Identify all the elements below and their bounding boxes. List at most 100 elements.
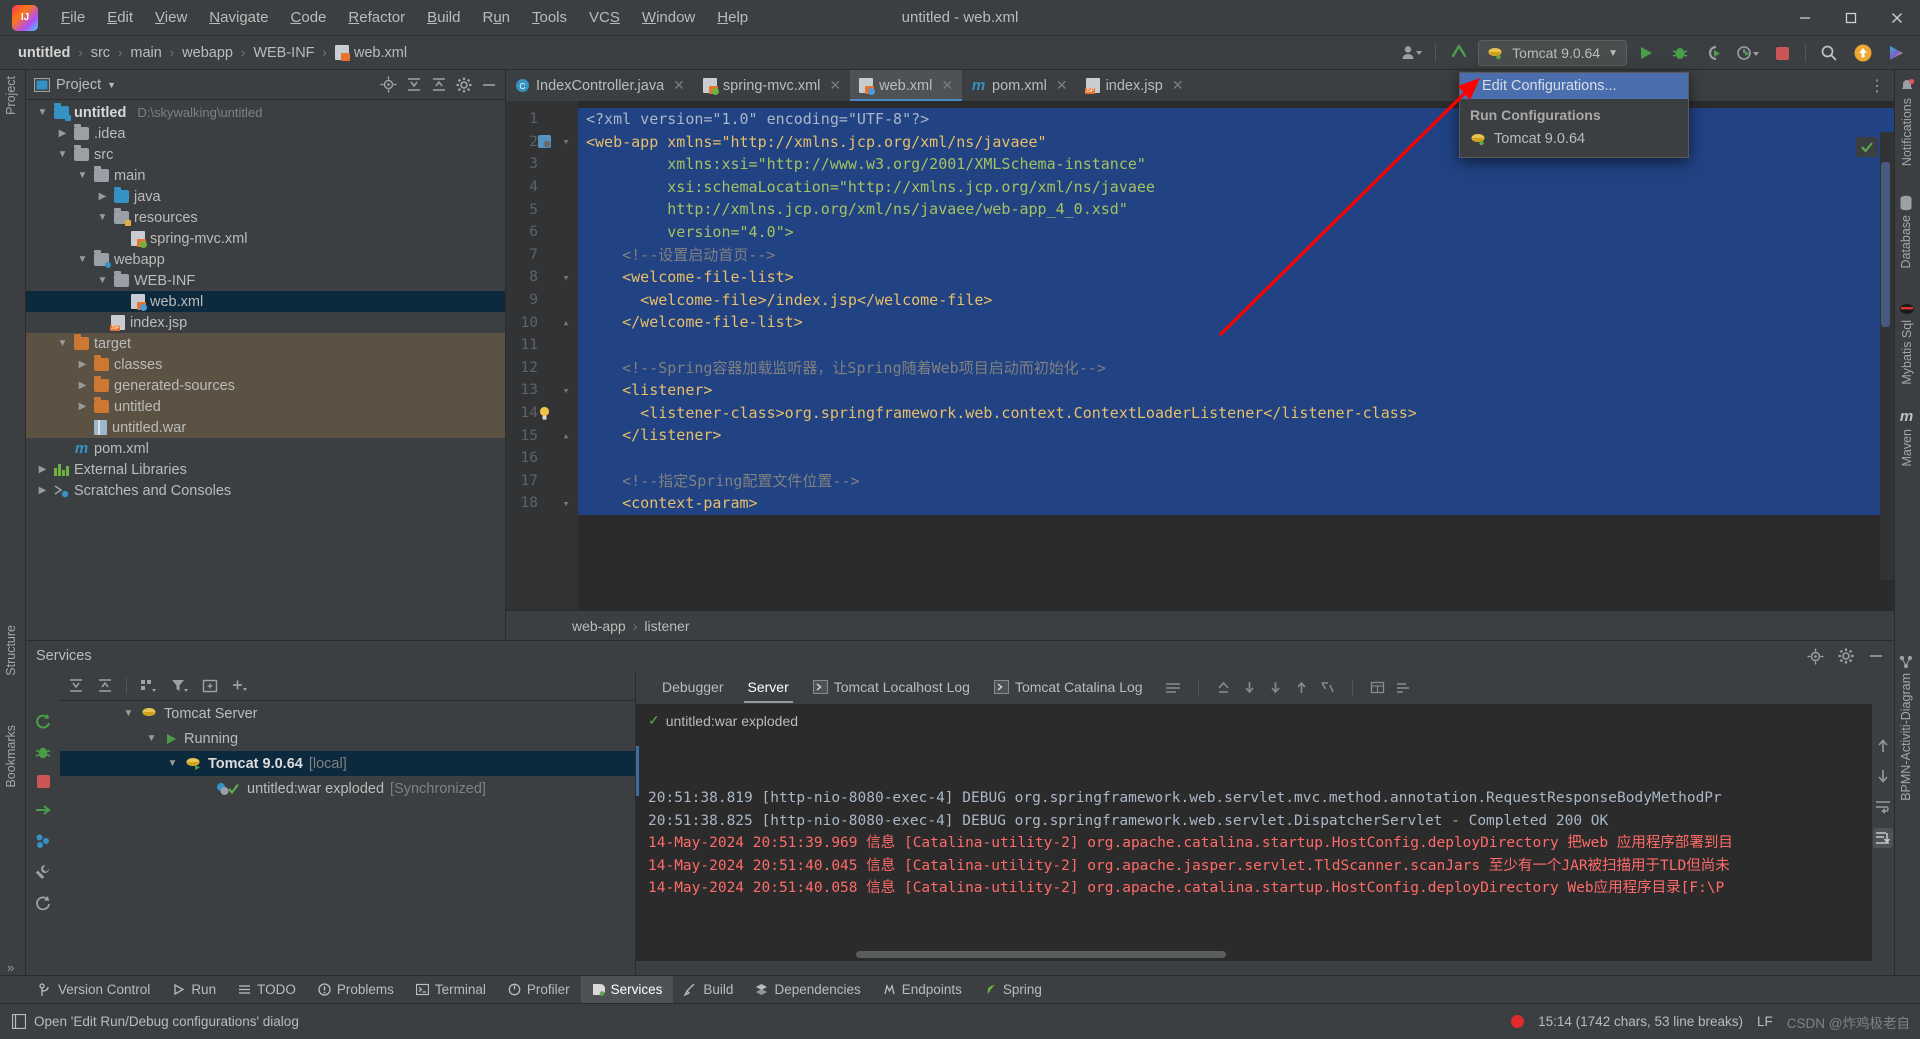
tool-window-button-project[interactable]: Project — [4, 76, 18, 115]
scroll-up-icon[interactable] — [1294, 680, 1309, 695]
editor-tab-index-jsp[interactable]: index.jsp ✕ — [1077, 70, 1193, 101]
close-icon[interactable]: ✕ — [1056, 77, 1068, 94]
tree-node-index-jsp[interactable]: index.jsp — [26, 312, 505, 333]
close-icon[interactable]: ✕ — [1172, 77, 1184, 94]
xml-descriptor-icon[interactable] — [538, 135, 558, 149]
tree-node-untitled-war[interactable]: untitled.war — [26, 417, 505, 438]
console-tab-server[interactable]: Server — [736, 672, 801, 703]
debug-icon[interactable] — [34, 744, 52, 762]
console-output[interactable]: ✓ untitled:war exploded 20:51:38.819 [ht… — [636, 704, 1872, 961]
menu-tools[interactable]: Tools — [521, 5, 578, 30]
tool-window-button-database[interactable]: Database — [1899, 195, 1913, 269]
tool-window-tab-problems[interactable]: Problems — [307, 976, 405, 1004]
locate-icon[interactable] — [1807, 648, 1824, 665]
tree-node-web-inf[interactable]: ▼ WEB-INF — [26, 270, 505, 291]
more-tool-windows-icon[interactable]: » — [7, 960, 14, 975]
scroll-to-top-icon[interactable] — [1216, 680, 1231, 695]
expand-all-icon[interactable] — [68, 678, 84, 694]
tree-node-web-xml[interactable]: web.xml — [26, 291, 505, 312]
tree-node-idea[interactable]: ▶ .idea — [26, 123, 505, 144]
tool-window-tab-todo[interactable]: TODO — [227, 976, 307, 1004]
editor-tab-spring-mvc-xml[interactable]: spring-mvc.xml ✕ — [694, 70, 850, 101]
inspection-ok-icon[interactable] — [1856, 137, 1878, 157]
editor-tab-options[interactable]: ⋮ — [1869, 70, 1894, 101]
services-node-tomcat-instance[interactable]: ▼ Tomcat 9.0.64 [local] — [60, 751, 635, 776]
menu-window[interactable]: Window — [631, 5, 706, 30]
chevron-down-icon[interactable]: ▼ — [56, 149, 69, 160]
chevron-down-icon[interactable]: ▼ — [76, 170, 89, 181]
menu-navigate[interactable]: Navigate — [198, 5, 279, 30]
settings-gear-icon[interactable] — [456, 77, 472, 93]
settings-icon[interactable] — [34, 832, 52, 850]
expand-all-icon[interactable] — [406, 77, 422, 93]
chevron-right-icon[interactable]: ▶ — [56, 128, 69, 139]
tree-node-src[interactable]: ▼ src — [26, 144, 505, 165]
menu-help[interactable]: Help — [706, 5, 759, 30]
menu-run[interactable]: Run — [471, 5, 521, 30]
add-icon[interactable] — [231, 678, 249, 694]
filter-icon[interactable] — [171, 678, 189, 694]
menu-view[interactable]: View — [144, 5, 198, 30]
breadcrumb-item-webinf[interactable]: WEB-INF — [249, 43, 318, 63]
editor-gutter[interactable]: 1 2 ▾ 3 4 5 6 7 8 ▾ 9 10 ▴ 11 12 13 ▾ 14 15 ▴… — [506, 101, 578, 610]
chevron-down-icon[interactable]: ▼ — [96, 275, 109, 286]
scroll-up-icon[interactable] — [1875, 738, 1891, 754]
rerun-icon[interactable] — [34, 713, 52, 731]
tree-node-resources[interactable]: ▼ resources — [26, 207, 505, 228]
menu-edit[interactable]: Edit — [96, 5, 144, 30]
new-tab-icon[interactable] — [202, 678, 218, 694]
chevron-right-icon[interactable]: ▶ — [96, 191, 109, 202]
group-icon[interactable] — [140, 678, 158, 694]
maximize-button[interactable] — [1828, 0, 1874, 36]
services-node-artifact[interactable]: untitled:war exploded [Synchronized] — [60, 776, 635, 801]
tool-window-button-bpmn[interactable]: BPMN-Activiti-Diagram — [1899, 655, 1913, 801]
hide-panel-icon[interactable] — [481, 77, 497, 93]
chevron-down-icon[interactable]: ▼ — [76, 254, 89, 265]
arrange-icon[interactable] — [1396, 680, 1412, 695]
print-icon[interactable] — [1370, 680, 1385, 695]
tree-node-scratches[interactable]: ▶ Scratches and Consoles — [26, 480, 505, 501]
tree-node-untitled[interactable]: ▼ untitled D:\skywalking\untitled — [26, 102, 505, 123]
fold-handle[interactable]: ▾ — [558, 497, 574, 510]
chevron-down-icon[interactable]: ▼ — [122, 708, 135, 719]
scroll-down-icon[interactable] — [1875, 768, 1891, 784]
menu-build[interactable]: Build — [416, 5, 471, 30]
redeploy-icon[interactable] — [34, 801, 52, 819]
editor-breadcrumb-item-listener[interactable]: listener — [644, 618, 689, 634]
tree-node-target[interactable]: ▼ target — [26, 333, 505, 354]
line-separator-label[interactable]: LF — [1757, 1014, 1773, 1029]
run-with-coverage-button[interactable] — [1699, 40, 1729, 66]
dropdown-item-tomcat[interactable]: Tomcat 9.0.64 — [1460, 127, 1688, 151]
code-text[interactable]: <?xml version="1.0" encoding="UTF-8"?> <… — [578, 101, 1894, 610]
intention-bulb-icon[interactable] — [538, 406, 558, 421]
breadcrumb-item-main[interactable]: main — [126, 43, 165, 63]
tool-window-button-notifications[interactable]: Notifications — [1899, 78, 1915, 166]
wrap-text-icon[interactable] — [1875, 798, 1891, 814]
locate-icon[interactable] — [380, 76, 397, 93]
scroll-down-icon[interactable] — [1242, 680, 1257, 695]
close-icon[interactable]: ✕ — [941, 77, 953, 94]
tool-window-button-mybatis[interactable]: Mybatis Sql — [1899, 302, 1915, 385]
console-tab-tomcat-localhost-log[interactable]: Tomcat Localhost Log — [801, 672, 982, 703]
services-node-tomcat-server[interactable]: ▼ Tomcat Server — [60, 701, 635, 726]
tree-node-target-untitled[interactable]: ▶ untitled — [26, 396, 505, 417]
tree-node-main[interactable]: ▼ main — [26, 165, 505, 186]
tool-window-tab-profiler[interactable]: Profiler — [497, 976, 581, 1004]
chevron-down-icon[interactable]: ▼ — [107, 80, 116, 90]
profiler-button[interactable] — [1733, 40, 1763, 66]
scroll-to-end-icon[interactable] — [1873, 828, 1893, 848]
fold-handle[interactable]: ▾ — [558, 384, 574, 397]
more-options-icon[interactable]: ⋮ — [1869, 76, 1886, 96]
soft-wrap-icon[interactable] — [1165, 681, 1181, 695]
chevron-right-icon[interactable]: ▶ — [76, 401, 89, 412]
tree-node-spring-mvc-xml[interactable]: spring-mvc.xml — [26, 228, 505, 249]
tree-node-external-libraries[interactable]: ▶ External Libraries — [26, 459, 505, 480]
scroll-end-icon[interactable] — [1268, 680, 1283, 695]
tool-window-tab-run[interactable]: Run — [161, 976, 227, 1004]
console-tab-tomcat-catalina-log[interactable]: Tomcat Catalina Log — [982, 672, 1155, 703]
editor-breadcrumb-item-webapp[interactable]: web-app — [572, 618, 626, 634]
tool-window-tab-terminal[interactable]: Terminal — [405, 976, 497, 1004]
notifications-update-icon[interactable] — [1848, 40, 1878, 66]
run-configuration-dropdown[interactable]: Edit Configurations... Run Configuration… — [1459, 72, 1689, 158]
fold-handle[interactable]: ▴ — [558, 316, 574, 329]
